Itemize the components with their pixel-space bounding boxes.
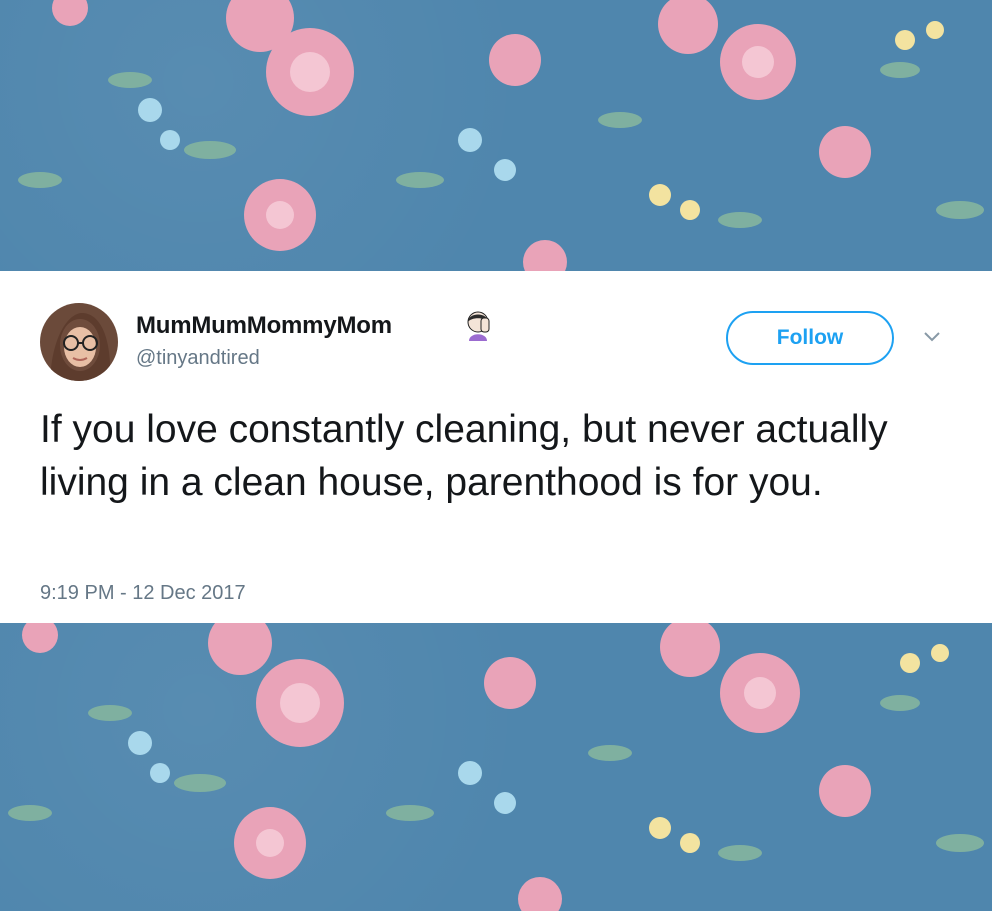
floral-pattern-top	[18, 0, 984, 271]
avatar-image	[40, 303, 118, 381]
face-palm-woman-emoji-icon	[461, 308, 495, 342]
floral-background-top	[0, 0, 992, 271]
tweet-timestamp[interactable]: 9:19 PM - 12 Dec 2017	[40, 582, 246, 605]
floral-background-bottom	[0, 623, 992, 911]
user-handle[interactable]: @tinyandtired	[136, 347, 260, 370]
display-name[interactable]: MumMumMommyMom	[136, 312, 392, 340]
chevron-down-icon[interactable]	[922, 330, 942, 344]
avatar[interactable]	[40, 303, 118, 381]
follow-button[interactable]: Follow	[726, 311, 894, 365]
tweet-text: If you love constantly cleaning, but nev…	[40, 408, 888, 504]
floral-pattern-bottom	[8, 623, 984, 911]
